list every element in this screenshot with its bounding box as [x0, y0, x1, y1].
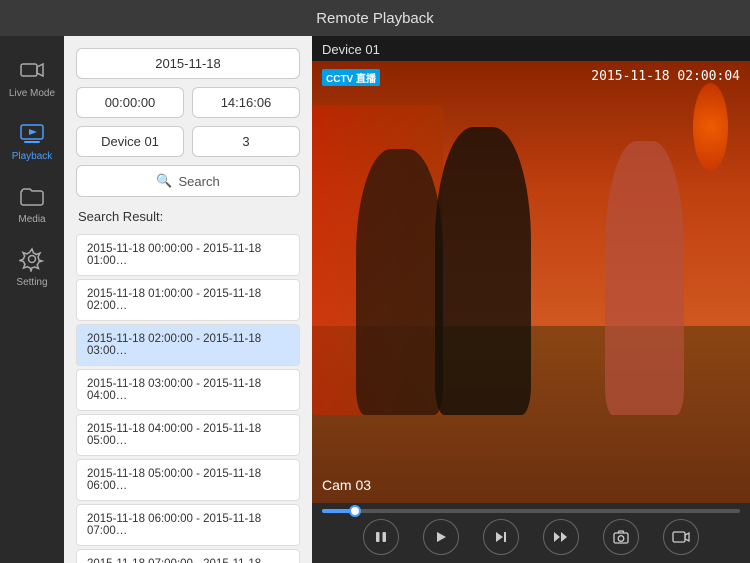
search-button[interactable]: 🔍 Search	[76, 165, 300, 197]
progress-bar[interactable]	[322, 509, 740, 513]
fast-forward-button[interactable]	[543, 519, 579, 555]
cctv-logo: CCTV 直播	[322, 69, 380, 86]
result-item[interactable]: 2015-11-18 05:00:00 - 2015-11-18 06:00…	[76, 459, 300, 501]
end-time-input[interactable]	[192, 87, 300, 118]
video-timestamp: 2015-11-18 02:00:04	[591, 69, 740, 84]
result-item[interactable]: 2015-11-18 00:00:00 - 2015-11-18 01:00…	[76, 234, 300, 276]
sidebar: Live Mode Playback Media	[0, 36, 64, 563]
time-row	[76, 87, 300, 118]
playback-icon	[18, 119, 46, 147]
search-label: Search	[178, 174, 219, 189]
sidebar-label-setting: Setting	[16, 277, 47, 288]
right-panel: Device 01 2015-11-18 02:00:04 CCTV 直播	[312, 36, 750, 563]
controls-buttons	[322, 519, 740, 555]
device-input[interactable]	[76, 126, 184, 157]
result-item[interactable]: 2015-11-18 03:00:00 - 2015-11-18 04:00…	[76, 369, 300, 411]
app-title: Remote Playback	[316, 10, 434, 27]
snapshot-button[interactable]	[603, 519, 639, 555]
sidebar-item-live-mode[interactable]: Live Mode	[0, 46, 64, 109]
pause-button[interactable]	[363, 519, 399, 555]
gear-icon	[18, 245, 46, 273]
channel-input[interactable]	[192, 126, 300, 157]
video-watermark: CCTV 直播	[322, 69, 380, 86]
start-time-input[interactable]	[76, 87, 184, 118]
sidebar-item-playback[interactable]: Playback	[0, 109, 64, 172]
sidebar-label-playback: Playback	[12, 151, 53, 162]
video-container: 2015-11-18 02:00:04 CCTV 直播 Cam 03	[312, 61, 750, 503]
controls-bar	[312, 503, 750, 563]
folder-icon	[18, 182, 46, 210]
sidebar-item-media[interactable]: Media	[0, 172, 64, 235]
date-input[interactable]	[76, 48, 300, 79]
result-list: 2015-11-18 00:00:00 - 2015-11-18 01:00…2…	[76, 234, 300, 563]
camera-icon	[18, 56, 46, 84]
sidebar-label-media: Media	[18, 214, 45, 225]
result-item[interactable]: 2015-11-18 06:00:00 - 2015-11-18 07:00…	[76, 504, 300, 546]
progress-thumb[interactable]	[349, 505, 361, 517]
sidebar-label-live-mode: Live Mode	[9, 88, 55, 99]
search-icon: 🔍	[156, 173, 172, 189]
record-button[interactable]	[663, 519, 699, 555]
search-result-label: Search Result:	[76, 205, 300, 226]
device-channel-row	[76, 126, 300, 157]
result-item[interactable]: 2015-11-18 02:00:00 - 2015-11-18 03:00…	[76, 324, 300, 366]
result-item[interactable]: 2015-11-18 07:00:00 - 2015-11-18 08:00…	[76, 549, 300, 563]
cam-label: Cam 03	[322, 477, 371, 493]
video-scene	[312, 61, 750, 503]
sidebar-item-setting[interactable]: Setting	[0, 235, 64, 298]
top-bar: Remote Playback	[0, 0, 750, 36]
result-item[interactable]: 2015-11-18 04:00:00 - 2015-11-18 05:00…	[76, 414, 300, 456]
result-item[interactable]: 2015-11-18 01:00:00 - 2015-11-18 02:00…	[76, 279, 300, 321]
device-label: Device 01	[312, 36, 750, 61]
main-content: Live Mode Playback Media	[0, 36, 750, 563]
next-frame-button[interactable]	[483, 519, 519, 555]
play-button[interactable]	[423, 519, 459, 555]
left-panel: 🔍 Search Search Result: 2015-11-18 00:00…	[64, 36, 312, 563]
